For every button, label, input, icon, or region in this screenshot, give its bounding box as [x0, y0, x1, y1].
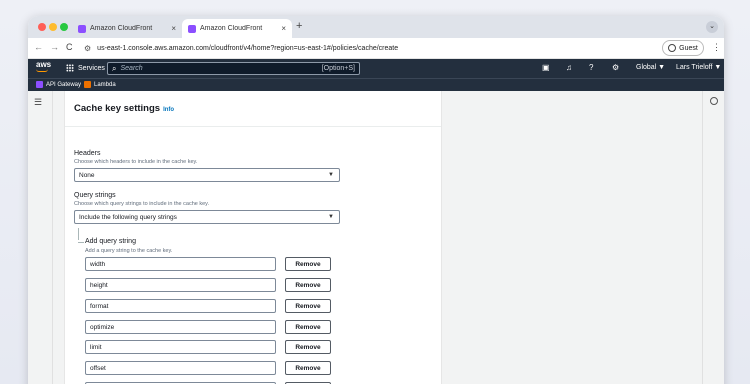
aws-logo[interactable]: aws	[36, 61, 51, 72]
api-gateway-icon	[36, 81, 43, 88]
favorites-bar: API Gateway Lambda	[28, 78, 724, 91]
remove-button[interactable]: Remove	[285, 299, 331, 313]
caret-down-icon: ▼	[328, 172, 334, 178]
panel-title: Cache key settings Info	[74, 103, 174, 114]
aws-smile-icon	[36, 69, 48, 72]
menu-icon[interactable]: ☰	[34, 97, 42, 108]
favorite-api-gateway[interactable]: API Gateway	[36, 81, 81, 88]
search-input[interactable]: ⌕ Search [Option+S]	[107, 62, 360, 75]
query-string-input[interactable]: format	[85, 299, 276, 313]
services-label: Services	[78, 64, 105, 72]
profile-label: Guest	[679, 44, 698, 52]
tab-title: Amazon CloudFront	[90, 25, 153, 32]
panel-header: Cache key settings Info	[65, 91, 441, 127]
tab-search-icon[interactable]: ⌄	[706, 21, 718, 33]
right-panel-divider	[702, 91, 703, 384]
notifications-icon[interactable]: ♫	[566, 63, 572, 72]
lambda-icon	[84, 81, 91, 88]
headers-label: Headers	[74, 150, 101, 157]
minimize-window-button[interactable]	[49, 23, 57, 31]
query-string-input[interactable]: offset	[85, 361, 276, 375]
settings-gear-icon[interactable]: ⚙	[612, 63, 619, 72]
tab-title: Amazon CloudFront	[200, 25, 263, 32]
info-link[interactable]: Info	[163, 107, 174, 113]
search-shortcut: [Option+S]	[321, 65, 355, 72]
grid-icon	[66, 64, 74, 72]
close-window-button[interactable]	[38, 23, 46, 31]
region-selector[interactable]: Global ▼	[636, 64, 665, 71]
tab-close-icon[interactable]: ×	[281, 24, 286, 33]
preferences-icon[interactable]	[710, 97, 718, 105]
favorite-label: API Gateway	[46, 81, 82, 88]
query-strings-select[interactable]: Include the following query strings ▼	[74, 210, 340, 224]
sidebar-divider	[52, 91, 53, 384]
profile-button[interactable]: Guest	[662, 40, 704, 56]
remove-button[interactable]: Remove	[285, 278, 331, 292]
back-button[interactable]: ←	[34, 42, 43, 52]
browser-tab-2[interactable]: Amazon CloudFront ×	[182, 19, 292, 38]
cloudshell-icon[interactable]: ▣	[542, 63, 550, 72]
search-icon: ⌕	[112, 63, 117, 73]
new-tab-button[interactable]: +	[296, 20, 302, 32]
browser-window: Amazon CloudFront × Amazon CloudFront × …	[28, 16, 724, 384]
query-strings-label: Query strings	[74, 192, 116, 199]
address-bar[interactable]: ⚙ us-east-1.console.aws.amazon.com/cloud…	[84, 41, 644, 56]
headers-description: Choose which headers to include in the c…	[74, 159, 198, 165]
tab-strip: Amazon CloudFront × Amazon CloudFront × …	[28, 16, 724, 38]
forward-button[interactable]: →	[50, 42, 59, 52]
remove-button[interactable]: Remove	[285, 340, 331, 354]
panel-title-text: Cache key settings	[74, 103, 161, 114]
cache-key-settings-panel: Cache key settings Info Headers Choose wh…	[64, 91, 442, 384]
help-icon[interactable]: ?	[589, 63, 593, 72]
caret-down-icon: ▼	[328, 214, 334, 220]
query-strings-selected-value: Include the following query strings	[79, 213, 177, 221]
browser-menu-icon[interactable]: ⋮	[712, 42, 721, 53]
favorite-lambda[interactable]: Lambda	[84, 81, 116, 88]
tree-connector-vertical	[78, 228, 79, 240]
remove-button[interactable]: Remove	[285, 361, 331, 375]
query-strings-description: Choose which query strings to include in…	[74, 201, 210, 207]
remove-button[interactable]: Remove	[285, 320, 331, 334]
profile-icon	[668, 44, 677, 52]
headers-select[interactable]: None ▼	[74, 168, 340, 182]
cloudfront-favicon-icon	[78, 24, 86, 33]
aws-logo-text: aws	[36, 60, 52, 69]
query-string-input[interactable]: height	[85, 278, 276, 292]
browser-toolbar: ← → C ⚙ us-east-1.console.aws.amazon.com…	[28, 38, 724, 59]
reload-button[interactable]: C	[66, 42, 73, 52]
maximize-window-button[interactable]	[60, 23, 68, 31]
url-text: us-east-1.console.aws.amazon.com/cloudfr…	[97, 45, 399, 52]
tree-connector-horizontal	[78, 242, 84, 243]
query-string-input[interactable]: optimize	[85, 320, 276, 334]
favorite-label: Lambda	[94, 81, 116, 88]
browser-tab-1[interactable]: Amazon CloudFront ×	[72, 19, 182, 38]
aws-top-nav: aws Services ⌕ Search [Option+S] ▣ ♫ ? ⚙…	[28, 59, 724, 78]
headers-selected-value: None	[79, 171, 95, 179]
add-query-string-label: Add query string	[85, 238, 136, 245]
search-placeholder: Search	[120, 65, 143, 72]
services-menu[interactable]: Services	[66, 64, 105, 72]
cloudfront-favicon-icon	[188, 24, 196, 33]
add-query-string-description: Add a query string to the cache key.	[85, 248, 173, 254]
account-menu[interactable]: Lars Trieloff ▼	[676, 64, 721, 71]
query-string-input[interactable]: limit	[85, 340, 276, 354]
console-content: ☰ Cache key settings Info Headers Choose …	[28, 91, 724, 384]
site-info-icon[interactable]: ⚙	[84, 44, 91, 53]
query-string-input[interactable]: width	[85, 257, 276, 271]
remove-button[interactable]: Remove	[285, 257, 331, 271]
tab-close-icon[interactable]: ×	[171, 24, 176, 33]
